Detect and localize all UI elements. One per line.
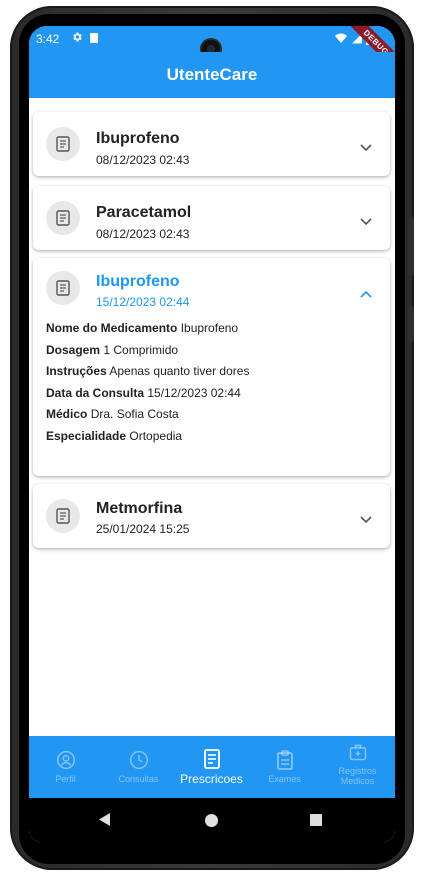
receipt-icon bbox=[46, 127, 80, 161]
bottom-navigation: Perfil Consultas Prescricoes Exames Regi… bbox=[29, 736, 395, 798]
chevron-down-icon[interactable] bbox=[360, 139, 372, 157]
screen: 3:42 DEBUG UtenteCare Ibuprofeno 08/12/2… bbox=[29, 26, 395, 842]
recent-apps-icon[interactable] bbox=[310, 814, 322, 826]
nav-item-consultas[interactable]: Consultas bbox=[102, 736, 175, 798]
nav-label: Prescricoes bbox=[180, 772, 243, 786]
detail-row-dosage: Dosagem 1 Comprimido bbox=[46, 342, 179, 357]
receipt-icon bbox=[46, 271, 80, 305]
clock-icon bbox=[129, 750, 148, 770]
prescription-card[interactable]: Paracetamol 08/12/2023 02:43 bbox=[33, 186, 390, 250]
home-icon[interactable] bbox=[205, 814, 218, 827]
app-bar-title: UtenteCare bbox=[29, 52, 395, 98]
medication-name: Metmorfina bbox=[96, 500, 183, 517]
nav-label: Perfil bbox=[55, 774, 76, 784]
nav-item-prescricoes[interactable]: Prescricoes bbox=[175, 736, 248, 798]
person-icon bbox=[56, 750, 75, 770]
nav-item-exames[interactable]: Exames bbox=[248, 736, 321, 798]
detail-row-medication: Nome do Medicamento Ibuprofeno bbox=[46, 321, 239, 335]
power-button bbox=[408, 306, 414, 342]
clipboard-icon bbox=[276, 750, 293, 770]
prescription-details: Nome do Medicamento Ibuprofeno Dosagem 1… bbox=[33, 318, 390, 455]
chevron-down-icon[interactable] bbox=[360, 213, 372, 231]
prescription-date: 25/01/2024 15:25 bbox=[96, 522, 190, 536]
prescription-card[interactable]: Metmorfina 25/01/2024 15:25 bbox=[33, 484, 390, 548]
prescription-date: 08/12/2023 02:43 bbox=[96, 153, 190, 167]
gear-icon bbox=[71, 31, 83, 46]
chevron-down-icon[interactable] bbox=[360, 511, 372, 529]
back-icon[interactable] bbox=[99, 813, 110, 831]
detail-row-doctor: Médico Dra. Sofia Costa bbox=[46, 407, 179, 421]
status-time: 3:42 bbox=[36, 32, 60, 46]
prescription-card[interactable]: Ibuprofeno 08/12/2023 02:43 bbox=[33, 112, 390, 176]
chevron-up-icon[interactable] bbox=[360, 285, 372, 303]
detail-row-instructions: Instruções Apenas quanto tiver dores bbox=[46, 364, 250, 378]
medication-name: Ibuprofeno bbox=[96, 130, 180, 147]
medical-bag-icon bbox=[349, 744, 366, 761]
nav-item-perfil[interactable]: Perfil bbox=[29, 736, 102, 798]
prescription-date: 15/12/2023 02:44 bbox=[96, 295, 190, 309]
medication-name: Ibuprofeno bbox=[96, 273, 180, 290]
nav-label: Registros Medicos bbox=[338, 766, 377, 786]
wifi-icon bbox=[335, 33, 348, 44]
detail-row-specialty: Especialidade Ortopedia bbox=[46, 428, 183, 443]
system-navigation-bar bbox=[29, 798, 395, 842]
medication-name: Paracetamol bbox=[96, 204, 192, 221]
nav-label: Consultas bbox=[118, 774, 159, 784]
receipt-icon bbox=[46, 201, 80, 235]
receipt-icon bbox=[203, 749, 220, 769]
prescription-date: 08/12/2023 02:43 bbox=[96, 227, 190, 241]
receipt-icon bbox=[46, 499, 80, 533]
volume-button bbox=[408, 216, 414, 276]
sd-card-icon bbox=[90, 33, 98, 43]
nav-label: Exames bbox=[268, 774, 301, 784]
detail-row-consult-date: Data da Consulta 15/12/2023 02:44 bbox=[46, 385, 241, 400]
prescriptions-list: Ibuprofeno 08/12/2023 02:43 Paracetamol … bbox=[29, 98, 395, 736]
prescription-card-expanded[interactable]: Ibuprofeno 15/12/2023 02:44 Nome do Medi… bbox=[33, 258, 390, 476]
nav-item-registros-medicos[interactable]: Registros Medicos bbox=[321, 736, 394, 798]
